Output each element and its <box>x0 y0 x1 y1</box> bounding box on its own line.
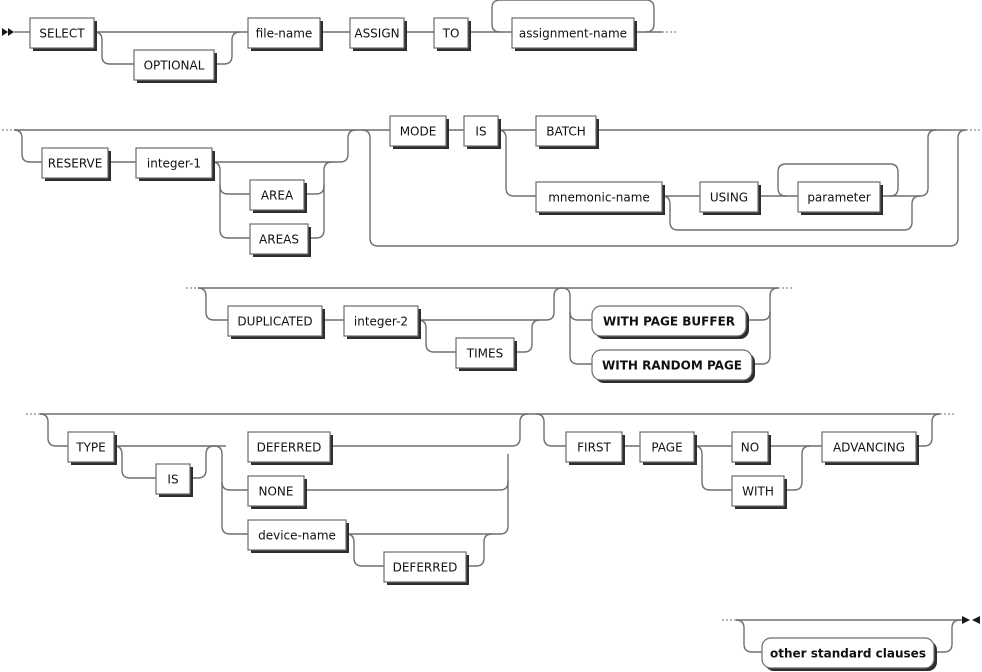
term-label: TO <box>442 27 460 41</box>
term-label: device-name <box>258 529 336 543</box>
term-with-random-page: WITH RANDOM PAGE <box>591 349 755 383</box>
term-file-name: file-name <box>247 17 323 51</box>
end-arrow-icon <box>962 616 970 624</box>
term-integer-1: integer-1 <box>135 147 215 181</box>
term-is2: IS <box>155 463 193 497</box>
term-is: IS <box>463 115 501 149</box>
term-label: FIRST <box>577 441 611 455</box>
start-arrow-icon <box>2 28 8 36</box>
term-select: SELECT <box>29 17 97 51</box>
term-reserve: RESERVE <box>41 147 111 181</box>
term-label: ASSIGN <box>354 27 399 41</box>
term-label: DEFERRED <box>257 441 322 455</box>
syntax-diagram: SELECT OPTIONAL file-name ASSIGN TO assignmen… <box>2 0 980 671</box>
term-assign: ASSIGN <box>349 17 407 51</box>
term-deferred2: DEFERRED <box>383 551 469 585</box>
term-other-standard-clauses: other standard clauses <box>761 637 937 671</box>
term-label: RESERVE <box>48 157 103 171</box>
term-device-name: device-name <box>247 519 349 553</box>
term-label: AREA <box>261 189 294 203</box>
term-with-page-buffer: WITH PAGE BUFFER <box>591 305 749 339</box>
term-label: IS <box>475 125 486 139</box>
term-first: FIRST <box>565 431 625 465</box>
term-mode: MODE <box>389 115 449 149</box>
term-label: NONE <box>259 485 294 499</box>
term-label: WITH <box>742 485 774 499</box>
term-label: BATCH <box>546 125 586 139</box>
start-arrow-icon-2 <box>8 28 14 36</box>
term-integer-2: integer-2 <box>343 305 421 339</box>
term-to: TO <box>433 17 471 51</box>
term-none: NONE <box>247 475 307 509</box>
term-label: integer-1 <box>147 157 201 171</box>
term-label: OPTIONAL <box>144 59 205 73</box>
term-type: TYPE <box>67 431 117 465</box>
term-label: NO <box>741 441 759 455</box>
term-label: DEFERRED <box>393 561 458 575</box>
term-with: WITH <box>731 475 787 509</box>
term-parameter: parameter <box>797 181 883 215</box>
term-area: AREA <box>249 179 307 213</box>
term-label: IS <box>167 473 178 487</box>
term-label: file-name <box>256 27 313 41</box>
term-label: USING <box>710 191 748 205</box>
term-label: parameter <box>807 191 870 205</box>
term-advancing: ADVANCING <box>821 431 919 465</box>
term-label: PAGE <box>651 441 682 455</box>
term-label: TYPE <box>75 441 105 455</box>
term-batch: BATCH <box>535 115 599 149</box>
term-label: WITH PAGE BUFFER <box>603 315 735 329</box>
term-label: MODE <box>400 125 437 139</box>
term-using: USING <box>699 181 761 215</box>
term-label: mnemonic-name <box>548 191 650 205</box>
term-label: integer-2 <box>354 315 408 329</box>
term-label: TIMES <box>466 347 503 361</box>
term-label: DUPLICATED <box>237 315 312 329</box>
term-label: assignment-name <box>519 27 627 41</box>
term-label: other standard clauses <box>770 647 926 661</box>
term-label: AREAS <box>259 233 299 247</box>
term-areas: AREAS <box>249 223 311 257</box>
term-no: NO <box>731 431 771 465</box>
term-label: SELECT <box>39 27 85 41</box>
end-arrow-icon-2 <box>972 616 980 624</box>
term-label: ADVANCING <box>833 441 905 455</box>
term-label: WITH RANDOM PAGE <box>602 359 742 373</box>
term-mnemonic-name: mnemonic-name <box>535 181 665 215</box>
term-optional: OPTIONAL <box>133 49 217 83</box>
term-assignment-name: assignment-name <box>511 17 637 51</box>
term-duplicated: DUPLICATED <box>227 305 325 339</box>
term-times: TIMES <box>455 337 517 371</box>
term-page: PAGE <box>639 431 697 465</box>
term-deferred: DEFERRED <box>247 431 333 465</box>
